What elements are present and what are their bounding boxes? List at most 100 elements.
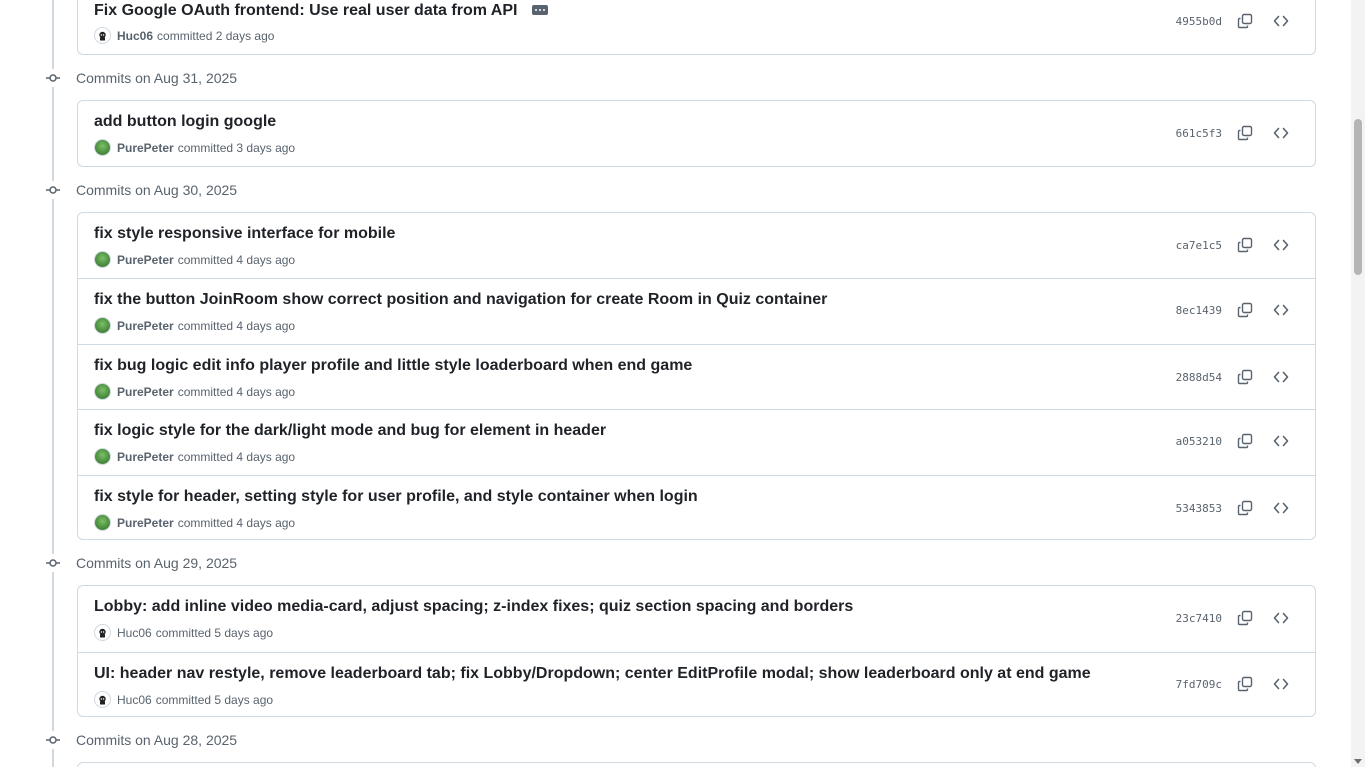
commit-row: fix style responsive interface for mobil… (78, 213, 1315, 278)
copy-icon[interactable] (1235, 123, 1255, 143)
commit-row: fix logic style for the dark/light mode … (78, 409, 1315, 475)
commit-title-link[interactable]: fix bug logic edit info player profile a… (94, 357, 692, 375)
browse-code-icon[interactable] (1271, 11, 1291, 31)
browse-code-icon[interactable] (1271, 431, 1291, 451)
browse-code-icon[interactable] (1271, 235, 1291, 255)
avatar[interactable] (94, 317, 111, 334)
browse-code-icon[interactable] (1271, 498, 1291, 518)
avatar[interactable] (94, 514, 111, 531)
git-commit-icon (44, 554, 62, 572)
commit-sha-link[interactable]: 5343853 (1176, 502, 1222, 515)
commit-sha-link[interactable]: 7fd709c (1176, 678, 1222, 691)
commit-group-date: Commits on Aug 30, 2025 (76, 182, 238, 198)
commit-meta: PurePeter committed 3 days ago (94, 139, 295, 156)
commit-group-date: Commits on Aug 29, 2025 (76, 555, 238, 571)
avatar[interactable] (94, 691, 111, 708)
git-commit-icon (44, 731, 62, 749)
commit-title-link[interactable]: add button login google (94, 113, 276, 131)
commit-meta: PurePeter committed 4 days ago (94, 448, 295, 465)
scroll-down-arrow-icon[interactable] (1354, 759, 1362, 764)
author-link[interactable]: Huc06 (117, 29, 153, 43)
avatar[interactable] (94, 448, 111, 465)
commit-group-date: Commits on Aug 31, 2025 (76, 70, 238, 86)
git-commit-icon (44, 181, 62, 199)
commit-row: Lobby: add inline video media-card, adju… (78, 586, 1315, 652)
commit-title-link[interactable]: UI: header nav restyle, remove leaderboa… (94, 665, 1091, 683)
commit-time: committed 3 days ago (177, 140, 296, 155)
commit-meta: PurePeter committed 4 days ago (94, 317, 295, 334)
commit-row: Fix Google OAuth frontend: Use real user… (78, 0, 1315, 54)
browse-code-icon[interactable] (1271, 608, 1291, 628)
commit-group-header: Commits on Aug 28, 2025 (44, 729, 237, 751)
author-link[interactable]: PurePeter (117, 516, 174, 530)
commit-time: committed 4 days ago (177, 384, 296, 399)
avatar[interactable] (94, 139, 111, 156)
commit-title-link[interactable]: Lobby: add inline video media-card, adju… (94, 598, 853, 616)
commit-row: fix the button JoinRoom show correct pos… (78, 278, 1315, 344)
author-link[interactable]: Huc06 (117, 626, 152, 640)
author-link[interactable]: PurePeter (117, 450, 174, 464)
author-link[interactable]: PurePeter (117, 385, 174, 399)
commit-meta: PurePeter committed 4 days ago (94, 251, 295, 268)
commit-group-box: Fix Google OAuth frontend: Use real user… (77, 0, 1316, 55)
copy-icon[interactable] (1235, 367, 1255, 387)
commit-sha-link[interactable]: 2888d54 (1176, 371, 1222, 384)
author-link[interactable]: Huc06 (117, 693, 152, 707)
copy-icon[interactable] (1235, 498, 1255, 518)
commit-group-header: Commits on Aug 29, 2025 (44, 552, 237, 574)
commit-title-link[interactable]: fix the button JoinRoom show correct pos… (94, 291, 827, 309)
copy-icon[interactable] (1235, 674, 1255, 694)
commit-meta: Huc06 committed 5 days ago (94, 624, 273, 641)
git-commit-icon (44, 69, 62, 87)
avatar[interactable] (94, 27, 111, 44)
commit-sha-link[interactable]: ca7e1c5 (1176, 239, 1222, 252)
avatar[interactable] (94, 624, 111, 641)
browse-code-icon[interactable] (1271, 367, 1291, 387)
commit-group-box (77, 762, 1316, 767)
commit-sha-link[interactable]: a053210 (1176, 435, 1222, 448)
commit-row: fix bug logic edit info player profile a… (78, 344, 1315, 409)
commit-sha-link[interactable]: 661c5f3 (1176, 127, 1222, 140)
commit-sha-link[interactable]: 4955b0d (1176, 15, 1222, 28)
author-link[interactable]: PurePeter (117, 319, 174, 333)
copy-icon[interactable] (1235, 235, 1255, 255)
vertical-scrollbar[interactable] (1351, 0, 1365, 767)
commit-time: committed 5 days ago (155, 625, 274, 640)
commit-time: committed 4 days ago (177, 515, 296, 530)
author-link[interactable]: PurePeter (117, 141, 174, 155)
commit-meta: Huc06 committed 2 days ago (94, 27, 274, 44)
commit-time: committed 4 days ago (177, 449, 296, 464)
commit-title-link[interactable]: fix style for header, setting style for … (94, 488, 698, 506)
browse-code-icon[interactable] (1271, 674, 1291, 694)
commit-time: committed 4 days ago (177, 318, 296, 333)
copy-icon[interactable] (1235, 300, 1255, 320)
commit-title-link[interactable]: fix style responsive interface for mobil… (94, 225, 395, 243)
commit-meta: Huc06 committed 5 days ago (94, 691, 273, 708)
avatar[interactable] (94, 251, 111, 268)
commit-time: committed 5 days ago (155, 692, 274, 707)
browse-code-icon[interactable] (1271, 123, 1291, 143)
copy-icon[interactable] (1235, 11, 1255, 31)
timeline-line (52, 0, 54, 767)
commit-row: UI: header nav restyle, remove leaderboa… (78, 652, 1315, 716)
commit-sha-link[interactable]: 8ec1439 (1176, 304, 1222, 317)
commit-group-box: add button login google PurePeter commit… (77, 100, 1316, 167)
expand-message-button[interactable] (531, 5, 548, 15)
copy-icon[interactable] (1235, 608, 1255, 628)
commit-row: add button login google PurePeter commit… (78, 101, 1315, 166)
commit-title-link[interactable]: Fix Google OAuth frontend: Use real user… (94, 2, 517, 19)
author-link[interactable]: PurePeter (117, 253, 174, 267)
commit-meta: PurePeter committed 4 days ago (94, 514, 295, 531)
avatar[interactable] (94, 383, 111, 400)
commit-group-box: Lobby: add inline video media-card, adju… (77, 585, 1316, 717)
commit-row: fix style for header, setting style for … (78, 475, 1315, 539)
commit-sha-link[interactable]: 23c7410 (1176, 612, 1222, 625)
commit-group-header: Commits on Aug 30, 2025 (44, 179, 237, 201)
commit-title-link[interactable]: fix logic style for the dark/light mode … (94, 422, 606, 440)
scrollbar-thumb[interactable] (1354, 119, 1362, 275)
browse-code-icon[interactable] (1271, 300, 1291, 320)
commit-meta: PurePeter committed 4 days ago (94, 383, 295, 400)
commit-time: committed 2 days ago (157, 28, 275, 43)
copy-icon[interactable] (1235, 431, 1255, 451)
commit-group-date: Commits on Aug 28, 2025 (76, 732, 238, 748)
